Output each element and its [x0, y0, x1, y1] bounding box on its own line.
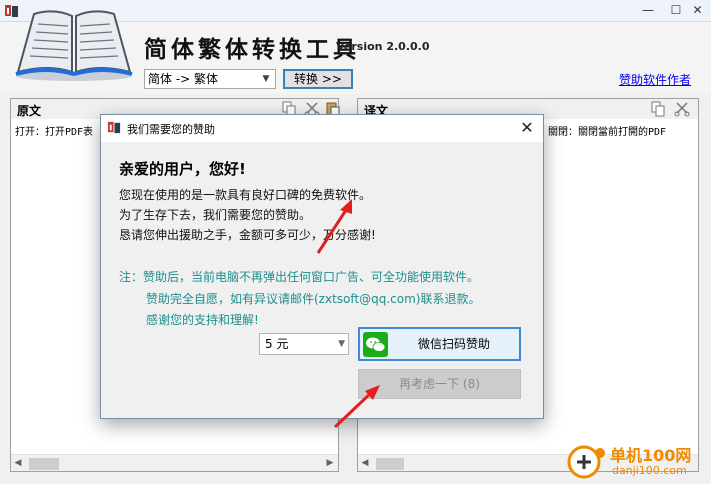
note-line-3: 感谢您的支持和理解!	[146, 313, 259, 327]
dialog-titlebar: 我们需要您的赞助 ✕	[101, 115, 543, 142]
watermark-url: danji100.com	[612, 464, 687, 477]
scroll-left-icon[interactable]: ◀	[358, 455, 372, 472]
target-text[interactable]: 關閉：關閉當前打開的PDF	[548, 123, 696, 138]
message-line-2: 为了生存下去，我们需要您的赞助。	[119, 208, 312, 222]
sponsor-link[interactable]: 赞助软件作者	[619, 71, 691, 88]
app-icon	[107, 121, 121, 134]
app-title: 简体繁体转换工具	[144, 36, 360, 63]
wechat-sponsor-button[interactable]: 微信扫码赞助	[358, 327, 521, 361]
greeting: 亲爱的用户，您好!	[119, 160, 246, 178]
copy-icon[interactable]	[650, 101, 666, 117]
source-hscrollbar[interactable]: ◀ ▶	[11, 454, 338, 471]
source-panel-title: 原文	[17, 104, 42, 118]
message-line-3: 恳请您伸出援助之手，金额可多可少，万分感谢!	[119, 228, 376, 242]
watermark-logo-icon	[567, 445, 605, 479]
wechat-icon	[363, 332, 388, 357]
dialog-title: 我们需要您的赞助	[127, 123, 215, 136]
amount-select[interactable]: 5 元 ▼	[259, 333, 349, 355]
note-line-2: 赞助完全自愿，如有异议请邮件(zxtsoft@qq.com)联系退款。	[146, 292, 481, 306]
scroll-right-icon[interactable]: ▶	[323, 455, 337, 472]
scroll-thumb[interactable]	[376, 458, 404, 470]
later-button[interactable]: 再考虑一下 (8)	[358, 369, 521, 399]
app-version: Version 2.0.0.0	[336, 40, 430, 53]
book-logo-icon	[15, 10, 133, 81]
convert-button[interactable]: 转换 >>	[283, 69, 353, 89]
watermark-title: 单机100网	[610, 446, 692, 465]
dialog-close-button[interactable]: ✕	[515, 117, 539, 139]
wechat-button-label: 微信扫码赞助	[417, 337, 490, 351]
direction-select[interactable]: 简体 -> 繁体 ▼	[144, 69, 276, 89]
scroll-left-icon[interactable]: ◀	[11, 455, 25, 472]
message-line-1: 您现在使用的是一款具有良好口碑的免费软件。	[119, 188, 372, 202]
note-line-1: 注：赞助后，当前电脑不再弹出任何窗口广告、可全功能使用软件。	[119, 270, 480, 284]
direction-value: 简体 -> 繁体	[148, 72, 219, 86]
amount-value: 5 元	[265, 337, 289, 351]
chevron-down-icon: ▼	[338, 339, 345, 349]
source-text[interactable]: 打开：打开PDF表	[15, 123, 99, 138]
chevron-down-icon: ▼	[262, 74, 270, 84]
sponsor-dialog: 我们需要您的赞助 ✕ 亲爱的用户，您好! 您现在使用的是一款具有良好口碑的免费软…	[100, 114, 544, 419]
watermark: 单机100网 danji100.com	[560, 440, 710, 482]
close-button[interactable]: ✕	[684, 0, 711, 20]
scroll-thumb[interactable]	[29, 458, 59, 470]
cut-icon[interactable]	[674, 101, 690, 117]
